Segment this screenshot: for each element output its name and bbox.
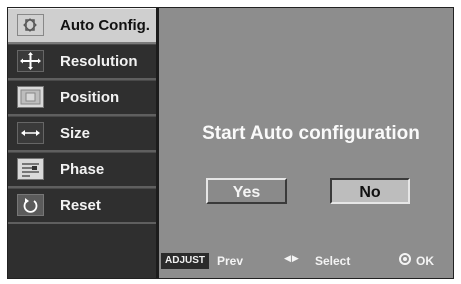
ok-button-icon xyxy=(399,253,411,265)
adjust-key-badge: ADJUST xyxy=(161,253,210,269)
sidebar-item-label: Position xyxy=(60,89,120,106)
prev-label: Prev xyxy=(217,254,244,268)
size-icon xyxy=(17,122,44,144)
reset-icon xyxy=(17,194,44,216)
sidebar-item-label: Size xyxy=(60,125,91,142)
sidebar-item-label: Resolution xyxy=(60,53,138,70)
auto-config-icon xyxy=(17,14,44,36)
sidebar-item-resolution[interactable]: Resolution xyxy=(8,44,156,80)
ok-label: OK xyxy=(416,254,434,268)
sidebar-item-size[interactable]: Size xyxy=(8,116,156,152)
osd-menu: Auto Config. Resolution Position Size Ph xyxy=(7,7,454,279)
sidebar-item-phase[interactable]: Phase xyxy=(8,152,156,188)
sidebar-item-label: Reset xyxy=(60,197,101,214)
select-label: Select xyxy=(315,254,351,268)
left-right-arrows-icon: ◀▶ xyxy=(284,253,300,263)
sidebar-item-position[interactable]: Position xyxy=(8,80,156,116)
sidebar-menu: Auto Config. Resolution Position Size Ph xyxy=(8,8,159,278)
sidebar-item-reset[interactable]: Reset xyxy=(8,188,156,224)
position-icon xyxy=(17,86,44,108)
no-button[interactable]: No xyxy=(330,178,410,204)
resolution-icon xyxy=(17,50,44,72)
phase-icon xyxy=(17,158,44,180)
sidebar-item-label: Auto Config. xyxy=(60,17,150,34)
yes-button[interactable]: Yes xyxy=(206,178,287,204)
sidebar-item-auto-config[interactable]: Auto Config. xyxy=(8,8,156,44)
button-guide: ADJUST Prev ◀▶ Select OK xyxy=(159,251,455,271)
dialog-title: Start Auto configuration xyxy=(202,123,420,144)
sidebar-item-label: Phase xyxy=(60,161,105,178)
